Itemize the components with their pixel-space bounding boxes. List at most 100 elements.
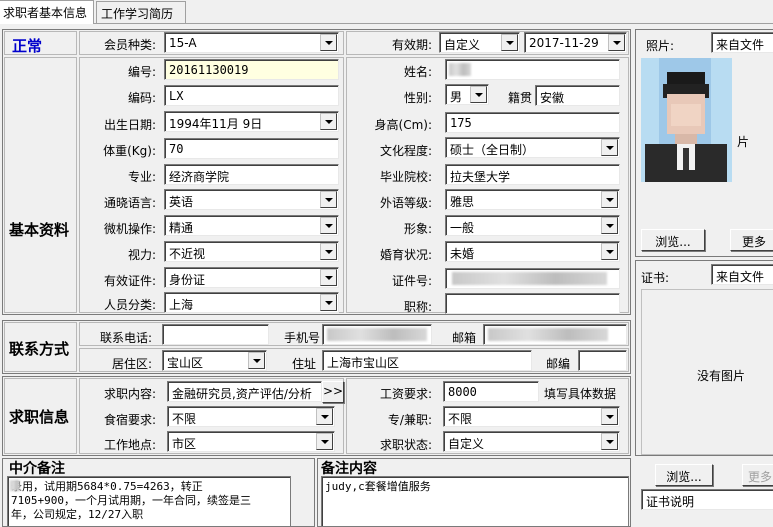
- chevron-down-icon[interactable]: [320, 294, 337, 311]
- chevron-down-icon[interactable]: [608, 34, 625, 51]
- status-label: 正常: [12, 37, 43, 55]
- chevron-down-icon[interactable]: [320, 191, 337, 208]
- native-input[interactable]: 安徽: [535, 85, 620, 106]
- chevron-down-icon[interactable]: [601, 433, 618, 450]
- validity-date-picker[interactable]: 2017-11-29: [524, 32, 627, 53]
- gender-select[interactable]: 男: [445, 84, 489, 105]
- chevron-down-icon[interactable]: [248, 352, 265, 369]
- section-job-title: 求职信息: [9, 408, 70, 426]
- chevron-down-icon[interactable]: [320, 217, 337, 234]
- photo-browse-button[interactable]: 浏览...: [641, 229, 705, 251]
- location-label: 工作地点:: [103, 438, 156, 452]
- chevron-down-icon[interactable]: [601, 408, 618, 425]
- chevron-down-icon[interactable]: [601, 217, 618, 234]
- language-select[interactable]: 英语: [164, 189, 339, 210]
- member-type-label: 会员种类:: [103, 38, 156, 52]
- chevron-down-icon[interactable]: [601, 191, 618, 208]
- name-input[interactable]: [445, 59, 620, 80]
- chevron-down-icon[interactable]: [470, 86, 487, 103]
- job-content-more-button[interactable]: >>: [322, 381, 344, 403]
- job-content-input[interactable]: 金融研究员,资产评估/分析: [167, 381, 322, 402]
- board-select[interactable]: 不限: [167, 406, 335, 427]
- district-select[interactable]: 宝山区: [162, 350, 267, 371]
- phone-label: 联系电话:: [99, 331, 152, 345]
- id-number-label: 证件号:: [391, 274, 432, 288]
- chevron-down-icon[interactable]: [601, 243, 618, 260]
- phone-input[interactable]: [162, 324, 269, 345]
- title-input[interactable]: [445, 293, 620, 314]
- photo-label: 照片:: [646, 39, 675, 53]
- job-status-label: 求职状态:: [379, 438, 432, 452]
- email-input[interactable]: [483, 324, 627, 345]
- cert-browse-button[interactable]: 浏览...: [655, 464, 713, 486]
- member-type-value: 15-A: [169, 36, 197, 50]
- number-label: 编号:: [127, 65, 156, 79]
- cert-more-button[interactable]: 更多: [742, 464, 773, 486]
- board-value: 不限: [172, 412, 197, 426]
- agent-notes-textarea[interactable]: 录用，试用期5684*0.75=4263，转正 7105+900，一个月试用期，…: [7, 476, 291, 527]
- chevron-down-icon[interactable]: [320, 269, 337, 286]
- redacted-name: [449, 63, 471, 76]
- birth-date-picker[interactable]: 1994年11月 9日: [164, 111, 339, 132]
- zip-label: 邮编: [545, 357, 570, 371]
- native-label: 籍贯: [507, 91, 532, 105]
- member-type-select[interactable]: 15-A: [164, 32, 339, 53]
- chevron-down-icon[interactable]: [320, 243, 337, 260]
- agent-notes-line: 7105+900，一个月试用期，一年合同，续签是三: [11, 494, 251, 507]
- major-label: 专业:: [127, 170, 156, 184]
- vision-label: 视力:: [127, 248, 156, 262]
- weight-input[interactable]: 70: [164, 138, 339, 159]
- height-input[interactable]: 175: [445, 112, 620, 133]
- photo-more-button[interactable]: 更多: [730, 229, 773, 251]
- chevron-down-icon[interactable]: [320, 113, 337, 130]
- chevron-down-icon[interactable]: [501, 34, 518, 51]
- cert-source-select[interactable]: 来自文件: [711, 264, 773, 285]
- education-value: 硕士（全日制）: [450, 143, 535, 157]
- appearance-value: 一般: [450, 221, 475, 235]
- tab-label: 求职者基本信息: [3, 6, 88, 20]
- name-label: 姓名:: [403, 65, 432, 79]
- parttime-select[interactable]: 不限: [443, 406, 620, 427]
- cert-desc-input[interactable]: 证书说明: [641, 489, 773, 510]
- location-select[interactable]: 市区: [167, 431, 335, 452]
- category-select[interactable]: 上海: [164, 292, 339, 313]
- gender-label: 性别:: [403, 91, 432, 105]
- photo-source-select[interactable]: 来自文件: [711, 32, 773, 53]
- cert-label: 证书:: [641, 271, 670, 285]
- number-input[interactable]: 20161130019: [164, 59, 339, 80]
- appearance-label: 形象:: [403, 222, 432, 236]
- chevron-down-icon[interactable]: [316, 433, 333, 450]
- computer-value: 精通: [169, 221, 194, 235]
- height-label: 身高(Cm):: [374, 118, 432, 132]
- gender-value: 男: [450, 90, 463, 104]
- validity-select[interactable]: 自定义: [439, 32, 520, 53]
- appearance-select[interactable]: 一般: [445, 215, 620, 236]
- school-input[interactable]: 拉夫堡大学: [445, 164, 620, 185]
- remarks-textarea[interactable]: judy,c套餐增值服务: [321, 476, 629, 527]
- major-input[interactable]: 经济商学院: [164, 164, 339, 185]
- vision-select[interactable]: 不近视: [164, 241, 339, 262]
- foreign-level-select[interactable]: 雅思: [445, 189, 620, 210]
- agent-notes-line: 录用，试用期5684*0.75=4263，转正: [11, 480, 203, 493]
- salary-input[interactable]: 8000: [443, 381, 539, 402]
- validity-value: 自定义: [444, 38, 481, 52]
- mobile-input[interactable]: [322, 324, 432, 345]
- chevron-down-icon[interactable]: [601, 139, 618, 156]
- agent-notes-title: 中介备注: [9, 461, 65, 477]
- job-status-select[interactable]: 自定义: [443, 431, 620, 452]
- tab-work-history[interactable]: 工作学习简历: [96, 1, 186, 23]
- parttime-label: 专/兼职:: [387, 413, 432, 427]
- computer-select[interactable]: 精通: [164, 215, 339, 236]
- redacted-email: [488, 328, 608, 341]
- address-input[interactable]: 上海市宝山区: [322, 350, 532, 371]
- id-type-select[interactable]: 身份证: [164, 267, 339, 288]
- code-input[interactable]: LX: [164, 85, 339, 106]
- zip-input[interactable]: [578, 350, 627, 371]
- chevron-down-icon[interactable]: [316, 408, 333, 425]
- id-number-input[interactable]: [445, 268, 620, 289]
- code-label: 编码:: [127, 91, 156, 105]
- marital-select[interactable]: 未婚: [445, 241, 620, 262]
- tab-basic-info[interactable]: 求职者基本信息: [0, 0, 94, 24]
- education-select[interactable]: 硕士（全日制）: [445, 137, 620, 158]
- chevron-down-icon[interactable]: [320, 34, 337, 51]
